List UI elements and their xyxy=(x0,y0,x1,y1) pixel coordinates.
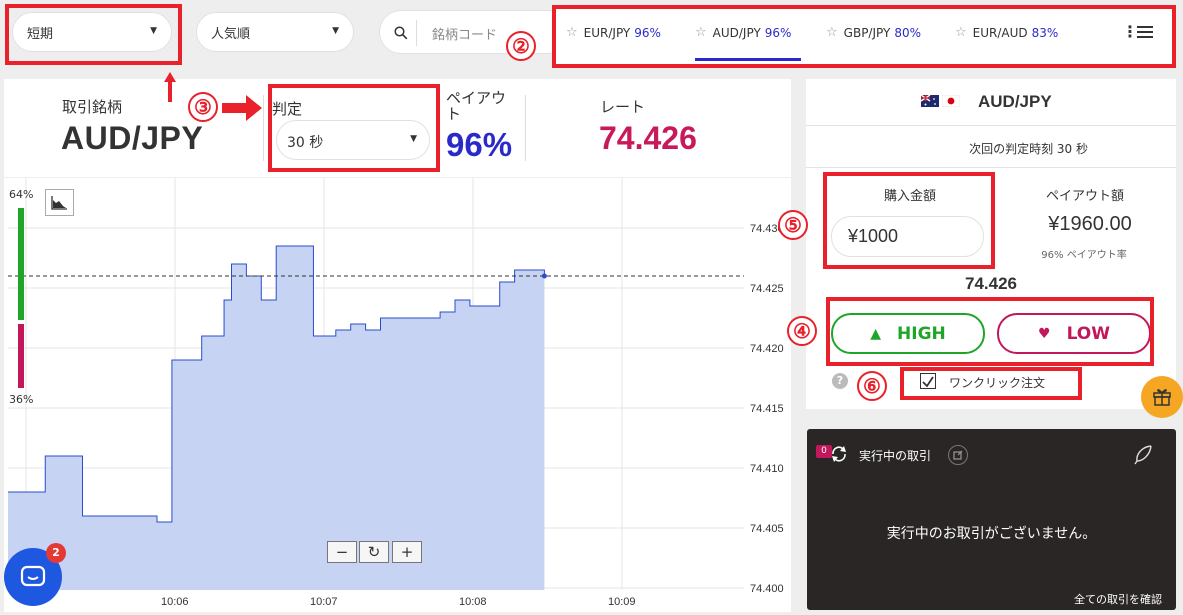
no-active-trades-message: 実行中のお取引がございません。 xyxy=(886,526,1097,542)
active-trades-title: 実行中の取引 xyxy=(859,449,932,463)
zoom-out-button[interactable]: − xyxy=(327,541,357,563)
payout-amount-value: ¥1960.00 xyxy=(1048,213,1132,235)
sort-select[interactable]: 人気順 ▼ xyxy=(196,12,354,52)
search-icon xyxy=(394,26,408,40)
japan-flag-icon xyxy=(942,95,960,107)
chat-badge: 2 xyxy=(46,543,66,563)
feather-icon[interactable] xyxy=(1131,443,1155,467)
divider xyxy=(806,167,1176,168)
sort-select-value: 人気順 xyxy=(211,26,251,42)
chat-icon xyxy=(20,565,46,587)
chart-type-button[interactable] xyxy=(45,189,74,216)
sentiment-high-label: 64% xyxy=(9,188,34,201)
payout-amount-label: ペイアウト額 xyxy=(1045,189,1124,204)
annotation-box-3 xyxy=(268,84,440,172)
current-price-dot xyxy=(541,273,547,279)
instrument-value: AUD/JPY xyxy=(61,120,204,156)
area-chart-icon xyxy=(51,196,67,210)
zoom-reset-button[interactable]: ↻ xyxy=(359,541,389,563)
zoom-in-button[interactable]: + xyxy=(392,541,422,563)
divider xyxy=(806,125,1176,126)
divider xyxy=(263,95,264,161)
annotation-number-3: ③ xyxy=(188,92,218,122)
y-tick-label: 74.425 xyxy=(750,283,784,295)
x-tick-label: 10:08 xyxy=(459,596,487,608)
payout-rate-text: 96% ペイアウト率 xyxy=(1041,250,1127,261)
help-icon[interactable]: ? xyxy=(832,373,848,389)
annotation-box-1 xyxy=(5,4,182,65)
sentiment-low-bar xyxy=(18,324,24,388)
x-tick-label: 10:09 xyxy=(608,596,636,608)
y-tick-label: 74.420 xyxy=(750,343,784,355)
search-input[interactable]: 銘柄コード xyxy=(432,24,497,43)
divider xyxy=(525,95,526,161)
payout-value: 96% xyxy=(446,126,513,163)
y-tick-label: 74.400 xyxy=(750,583,784,595)
y-tick-label: 74.410 xyxy=(750,463,784,475)
order-pair-title: AUD/JPY xyxy=(978,92,1052,111)
chevron-down-icon: ▼ xyxy=(332,26,339,36)
annotation-box-4 xyxy=(826,297,1154,366)
arrow-right-icon xyxy=(222,95,262,121)
rate-label: レート xyxy=(600,98,646,116)
sentiment-low-label: 36% xyxy=(9,393,34,406)
annotation-number-6: ⑥ xyxy=(857,371,887,401)
current-rate: 74.426 xyxy=(965,274,1017,293)
search-box[interactable]: 銘柄コード xyxy=(379,10,569,54)
gift-icon xyxy=(1153,389,1171,406)
rate-value: 74.426 xyxy=(599,120,697,156)
payout-label: ペイアウト xyxy=(446,89,507,123)
annotation-box-2 xyxy=(552,5,1176,68)
annotation-box-6 xyxy=(900,367,1082,400)
refresh-icon xyxy=(832,446,846,462)
instrument-label: 取引銘柄 xyxy=(62,98,123,116)
annotation-box-5 xyxy=(823,172,995,269)
arrow-up-icon xyxy=(164,72,176,102)
external-link-icon[interactable] xyxy=(948,445,968,465)
x-tick-label: 10:06 xyxy=(161,596,189,608)
y-tick-label: 74.405 xyxy=(750,523,784,535)
y-tick-label: 74.415 xyxy=(750,403,784,415)
annotation-number-2: ② xyxy=(506,31,536,61)
australia-flag-icon xyxy=(921,95,939,107)
gift-button[interactable] xyxy=(1141,376,1183,418)
external-link-glyph xyxy=(953,450,963,460)
annotation-number-4: ④ xyxy=(787,316,817,346)
x-tick-label: 10:07 xyxy=(310,596,338,608)
annotation-number-5: ⑤ xyxy=(778,210,808,240)
next-judge-time: 次回の判定時刻 30 秒 xyxy=(969,142,1088,156)
sentiment-high-bar xyxy=(18,208,24,320)
pair-flags xyxy=(921,95,960,107)
view-all-trades-link[interactable]: 全ての取引を確認 xyxy=(1074,591,1162,607)
